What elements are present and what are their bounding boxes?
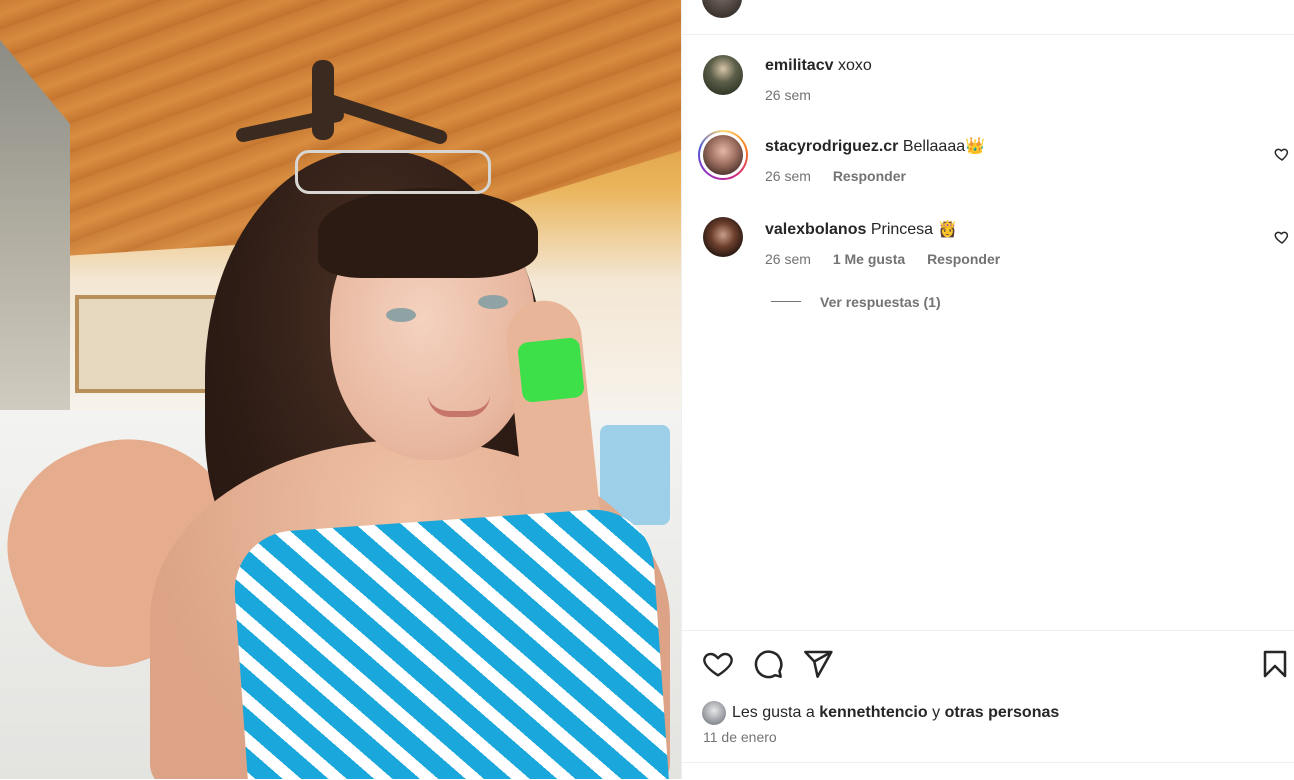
comment-meta: 26 sem — [765, 87, 829, 103]
heart-icon — [703, 652, 733, 677]
photo-wristband — [517, 336, 585, 404]
comment-icon — [754, 650, 783, 679]
share-button[interactable] — [802, 648, 834, 680]
reply-button[interactable]: Responder — [927, 251, 1000, 267]
avatar[interactable] — [703, 55, 743, 95]
comment-meta: 26 sem Responder — [765, 168, 924, 184]
comment-time[interactable]: 26 sem — [765, 168, 811, 184]
comment-username[interactable]: emilitacv — [765, 57, 833, 74]
comments-panel: emilitacv xoxo 26 sem stacyrodriguez.cr … — [681, 0, 1294, 779]
comment-time[interactable]: 26 sem — [765, 87, 811, 103]
likes-prefix: Les gusta a — [732, 704, 815, 722]
like-button[interactable] — [702, 648, 734, 680]
photo-sunglasses — [295, 150, 491, 194]
likes-others-link[interactable]: otras personas — [945, 704, 1060, 721]
author-avatar[interactable] — [702, 0, 742, 18]
comment-text: emilitacv xoxo — [765, 57, 872, 75]
save-button[interactable] — [1259, 648, 1291, 680]
story-ring[interactable] — [698, 130, 748, 180]
liker-avatar[interactable] — [702, 701, 726, 725]
comment-body: Bellaaaa👑 — [902, 138, 986, 155]
photo-bangs — [318, 188, 538, 278]
divider — [682, 762, 1294, 763]
view-replies-button[interactable]: Ver respuestas (1) — [820, 294, 941, 310]
photo-fan-hub — [312, 60, 334, 140]
comment-username[interactable]: stacyrodriguez.cr — [765, 138, 898, 155]
share-icon — [804, 650, 833, 678]
post-date[interactable]: 11 de enero — [703, 729, 777, 745]
reply-button[interactable]: Responder — [833, 168, 906, 184]
story-ring-inner — [700, 132, 746, 178]
comment-like-icon[interactable] — [1274, 146, 1290, 162]
avatar[interactable] — [703, 217, 743, 257]
comment-username[interactable]: valexbolanos — [765, 221, 866, 238]
comment-time[interactable]: 26 sem — [765, 251, 811, 267]
post-actions: Les gusta a kennethtencio y otras person… — [682, 630, 1294, 780]
comment-button[interactable] — [752, 648, 784, 680]
caption-strip — [682, 0, 1294, 35]
liker-username[interactable]: kennethtencio — [819, 704, 927, 721]
comment-likes-count[interactable]: 1 Me gusta — [833, 251, 905, 267]
photo-eye-right — [478, 295, 508, 309]
photo-pillow — [230, 505, 670, 779]
comment-like-icon[interactable] — [1274, 229, 1290, 245]
comment-text: stacyrodriguez.cr Bellaaaa👑 — [765, 136, 985, 156]
post-photo[interactable] — [0, 0, 681, 779]
likes-summary: Les gusta a kennethtencio y otras person… — [702, 701, 1059, 725]
comment-text: valexbolanos Princesa 👸 — [765, 219, 957, 239]
replies-divider — [771, 301, 801, 302]
photo-eye-left — [386, 308, 416, 322]
avatar — [703, 135, 743, 175]
comment-body: xoxo — [837, 57, 872, 74]
bookmark-icon — [1263, 650, 1287, 678]
likes-connector: y — [932, 704, 941, 722]
comment-body: Princesa 👸 — [870, 221, 958, 238]
comment-meta: 26 sem 1 Me gusta Responder — [765, 251, 1018, 267]
